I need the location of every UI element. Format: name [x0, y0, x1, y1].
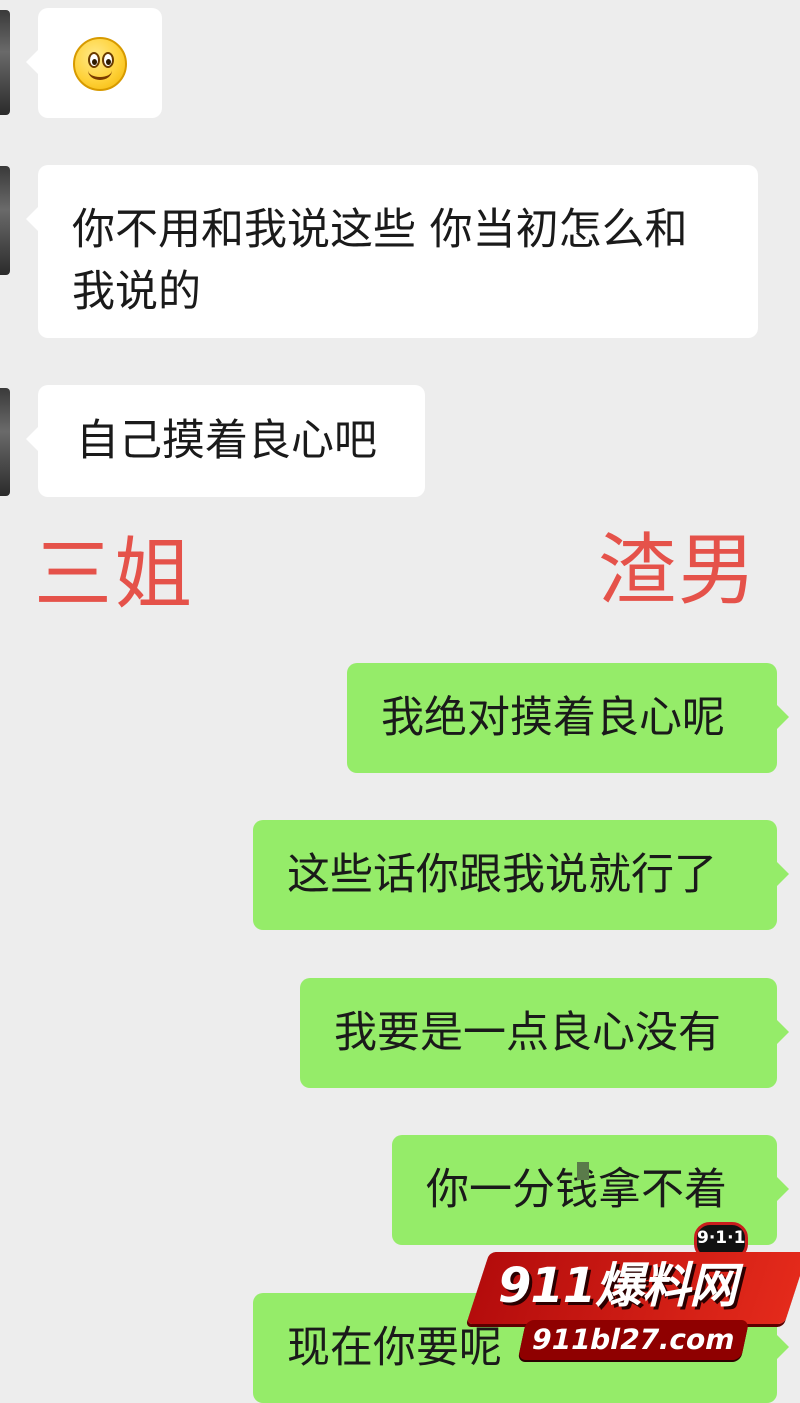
- message-text: 这些话你跟我说就行了: [287, 850, 717, 900]
- message-bubble-left[interactable]: [26, 8, 162, 118]
- message-bubble-right[interactable]: 这些话你跟我说就行了: [253, 820, 789, 930]
- message-text: 你不用和我说这些 你当初怎么和 我说的: [72, 205, 688, 317]
- message-text: 你一分钱拿不着: [426, 1165, 727, 1215]
- left-annotation-label: 三姐: [34, 530, 195, 620]
- contact-avatar[interactable]: [0, 388, 10, 496]
- contact-avatar[interactable]: [0, 10, 10, 115]
- message-text: 我绝对摸着良心呢: [381, 693, 725, 743]
- redaction-mosaic: [577, 1162, 589, 1180]
- site-watermark: 9·1·1 911爆料网 911bl27.com: [466, 1222, 800, 1364]
- message-text: 我要是一点良心没有: [334, 1008, 721, 1058]
- watermark-title: 911爆料网: [498, 1258, 737, 1314]
- message-bubble-right[interactable]: 我绝对摸着良心呢: [347, 663, 789, 773]
- message-text: 自己摸着良心吧: [76, 416, 377, 466]
- message-bubble-left[interactable]: 你不用和我说这些 你当初怎么和 我说的: [26, 165, 758, 338]
- contact-avatar[interactable]: [0, 166, 10, 275]
- message-bubble-left[interactable]: 自己摸着良心吧: [26, 385, 425, 497]
- watermark-url: 911bl27.com: [517, 1320, 749, 1360]
- right-annotation-label: 渣男: [598, 526, 759, 616]
- message-bubble-right[interactable]: 我要是一点良心没有: [300, 978, 789, 1088]
- smile-emoji-icon: [73, 37, 127, 91]
